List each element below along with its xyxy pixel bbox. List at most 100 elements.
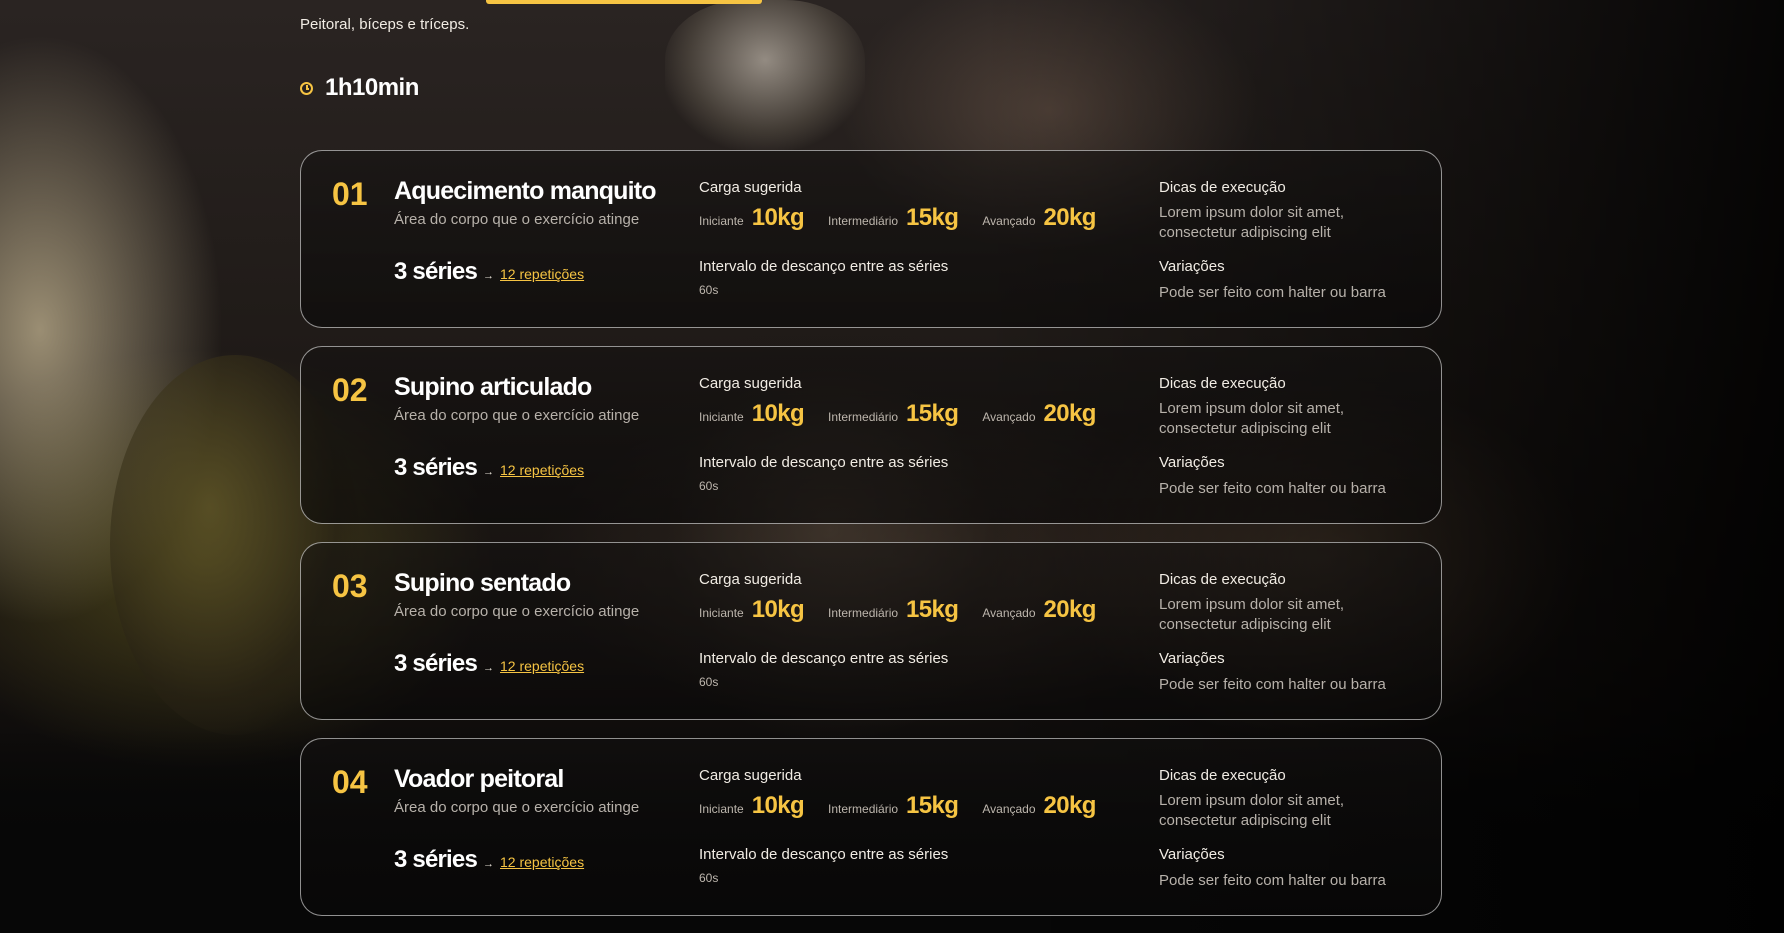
exercise-series: 3 séries → 12 repetições: [394, 846, 584, 874]
background-athlete-hand: [665, 0, 865, 150]
exercise-number: 02: [332, 372, 368, 408]
level-beginner-label: Iniciante: [699, 410, 744, 424]
execution-tips: Dicas de execução Lorem ipsum dolor sit …: [1159, 375, 1419, 439]
exercise-number: 04: [332, 764, 368, 800]
exercise-series: 3 séries → 12 repetições: [394, 258, 584, 286]
level-beginner-label: Iniciante: [699, 214, 744, 228]
series-count: 3 séries: [394, 258, 478, 285]
execution-tips-text: Lorem ipsum dolor sit amet, consectetur …: [1159, 400, 1345, 437]
variations-label: Variações: [1159, 454, 1225, 471]
exercise-series: 3 séries → 12 repetições: [394, 650, 584, 678]
execution-tips-label: Dicas de execução: [1159, 571, 1286, 588]
rest-interval-value: 60s: [699, 675, 719, 689]
variations-text: Pode ser feito com halter ou barra: [1159, 480, 1386, 497]
level-beginner-value: 10kg: [751, 400, 805, 427]
series-count: 3 séries: [394, 454, 478, 481]
rest-interval-label: Intervalo de descanço entre as séries: [699, 846, 949, 863]
clock-icon: [300, 81, 313, 95]
variations-text: Pode ser feito com halter ou barra: [1159, 872, 1386, 889]
execution-tips: Dicas de execução Lorem ipsum dolor sit …: [1159, 571, 1419, 635]
repetitions-link[interactable]: 12 repetições: [500, 658, 584, 674]
rest-interval: Intervalo de descanço entre as séries 60…: [699, 846, 948, 885]
exercise-number: 01: [332, 176, 368, 212]
variations-text: Pode ser feito com halter ou barra: [1159, 284, 1386, 301]
exercise-name: Aquecimento manquito: [394, 177, 657, 205]
exercise-body-area: Área do corpo que o exercício atinge: [394, 211, 640, 228]
exercise-series: 3 séries → 12 repetições: [394, 454, 584, 482]
suggested-load: Carga sugerida Iniciante 10kg Intermediá…: [699, 179, 1120, 232]
level-advanced-label: Avançado: [982, 606, 1036, 620]
level-intermediate-label: Intermediário: [828, 214, 899, 228]
level-advanced-label: Avançado: [982, 802, 1036, 816]
level-intermediate-value: 15kg: [906, 792, 959, 819]
rest-interval: Intervalo de descanço entre as séries 60…: [699, 258, 948, 297]
suggested-load-label: Carga sugerida: [699, 571, 802, 588]
exercise-body-area: Área do corpo que o exercício atinge: [394, 603, 640, 620]
variations-label: Variações: [1159, 650, 1225, 667]
level-beginner-label: Iniciante: [699, 606, 744, 620]
repetitions-link[interactable]: 12 repetições: [500, 854, 584, 870]
rest-interval-value: 60s: [699, 479, 719, 493]
execution-tips-text: Lorem ipsum dolor sit amet, consectetur …: [1159, 204, 1345, 241]
suggested-load: Carga sugerida Iniciante 10kg Intermediá…: [699, 375, 1120, 428]
execution-tips-label: Dicas de execução: [1159, 375, 1286, 392]
exercise-body-area: Área do corpo que o exercício atinge: [394, 799, 640, 816]
variations: Variações Pode ser feito com halter ou b…: [1159, 846, 1386, 889]
arrow-right-icon: →: [483, 858, 495, 870]
load-levels: Iniciante 10kg Intermediário 15kg Avança…: [699, 792, 1120, 820]
level-advanced-value: 20kg: [1043, 596, 1097, 623]
level-advanced-value: 20kg: [1043, 204, 1097, 231]
execution-tips: Dicas de execução Lorem ipsum dolor sit …: [1159, 179, 1419, 243]
exercise-name: Supino articulado: [394, 373, 592, 401]
suggested-load: Carga sugerida Iniciante 10kg Intermediá…: [699, 767, 1120, 820]
rest-interval-value: 60s: [699, 283, 719, 297]
load-levels: Iniciante 10kg Intermediário 15kg Avança…: [699, 400, 1120, 428]
exercise-list: 01 Aquecimento manquito Área do corpo qu…: [300, 150, 1442, 933]
arrow-right-icon: →: [483, 270, 495, 282]
exercise-card: 03 Supino sentado Área do corpo que o ex…: [300, 542, 1442, 720]
repetitions-link[interactable]: 12 repetições: [500, 462, 584, 478]
exercise-card: 04 Voador peitoral Área do corpo que o e…: [300, 738, 1442, 916]
level-intermediate-value: 15kg: [906, 400, 959, 427]
load-levels: Iniciante 10kg Intermediário 15kg Avança…: [699, 596, 1120, 624]
exercise-name: Voador peitoral: [394, 765, 564, 793]
arrow-right-icon: →: [483, 662, 495, 674]
repetitions-link[interactable]: 12 repetições: [500, 266, 584, 282]
suggested-load: Carga sugerida Iniciante 10kg Intermediá…: [699, 571, 1120, 624]
series-count: 3 séries: [394, 846, 478, 873]
exercise-number: 03: [332, 568, 368, 604]
workout-duration: 1h10min: [300, 74, 419, 102]
execution-tips-label: Dicas de execução: [1159, 767, 1286, 784]
suggested-load-label: Carga sugerida: [699, 767, 802, 784]
variations-label: Variações: [1159, 258, 1225, 275]
execution-tips-text: Lorem ipsum dolor sit amet, consectetur …: [1159, 792, 1345, 829]
level-advanced-label: Avançado: [982, 214, 1036, 228]
level-intermediate-value: 15kg: [906, 204, 959, 231]
level-beginner-value: 10kg: [751, 792, 805, 819]
page-subtitle: Peitoral, bíceps e tríceps.: [300, 16, 470, 33]
level-advanced-label: Avançado: [982, 410, 1036, 424]
rest-interval-label: Intervalo de descanço entre as séries: [699, 650, 949, 667]
rest-interval-label: Intervalo de descanço entre as séries: [699, 454, 949, 471]
level-intermediate-label: Intermediário: [828, 410, 899, 424]
level-intermediate-value: 15kg: [906, 596, 959, 623]
series-count: 3 séries: [394, 650, 478, 677]
level-advanced-value: 20kg: [1043, 400, 1097, 427]
variations: Variações Pode ser feito com halter ou b…: [1159, 258, 1386, 301]
level-intermediate-label: Intermediário: [828, 606, 899, 620]
level-beginner-label: Iniciante: [699, 802, 744, 816]
workout-page: Peitoral, bíceps e tríceps. 1h10min 01 A…: [0, 0, 1784, 933]
execution-tips: Dicas de execução Lorem ipsum dolor sit …: [1159, 767, 1419, 831]
duration-value: 1h10min: [325, 74, 419, 101]
exercise-card: 02 Supino articulado Área do corpo que o…: [300, 346, 1442, 524]
exercise-name: Supino sentado: [394, 569, 571, 597]
rest-interval: Intervalo de descanço entre as séries 60…: [699, 650, 948, 689]
suggested-load-label: Carga sugerida: [699, 179, 802, 196]
variations: Variações Pode ser feito com halter ou b…: [1159, 454, 1386, 497]
variations-label: Variações: [1159, 846, 1225, 863]
variations-text: Pode ser feito com halter ou barra: [1159, 676, 1386, 693]
level-intermediate-label: Intermediário: [828, 802, 899, 816]
exercise-body-area: Área do corpo que o exercício atinge: [394, 407, 640, 424]
rest-interval-value: 60s: [699, 871, 719, 885]
level-beginner-value: 10kg: [751, 596, 805, 623]
